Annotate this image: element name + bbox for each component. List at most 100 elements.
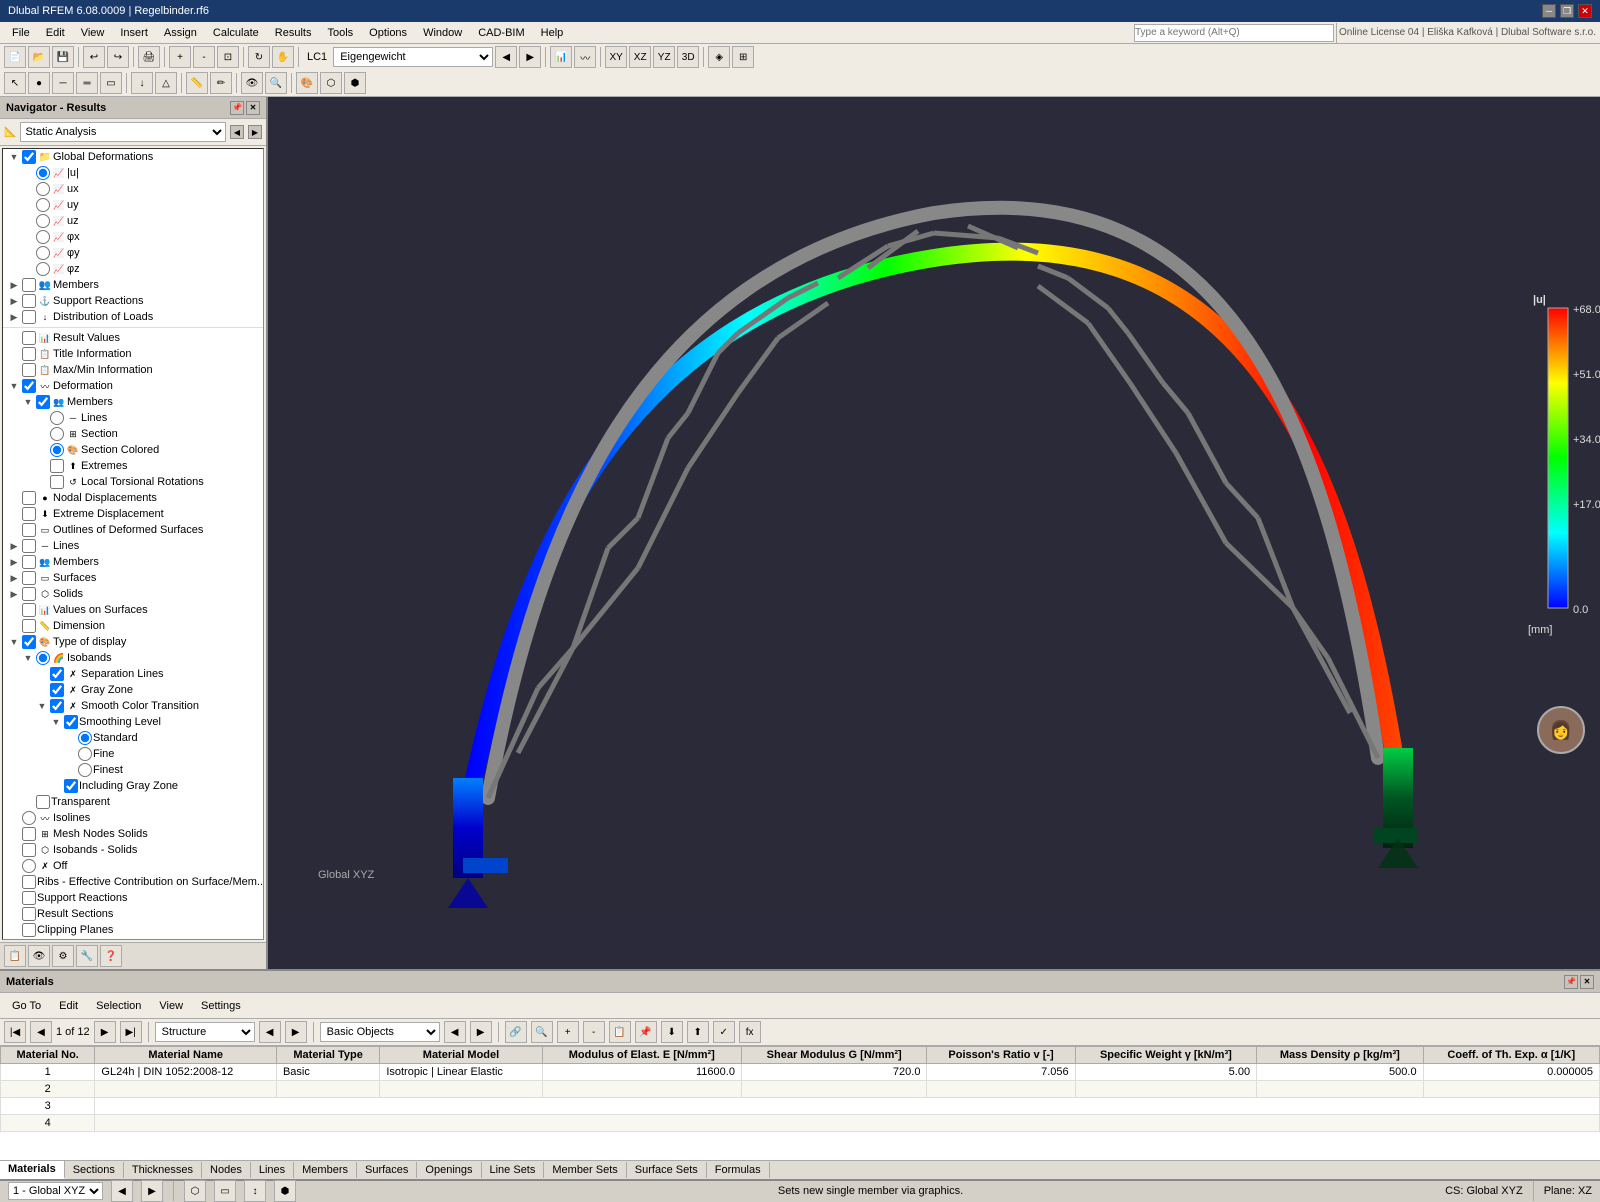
pan-btn[interactable]: ✋ bbox=[272, 46, 294, 68]
tree-nodal-disp[interactable]: ● Nodal Displacements bbox=[3, 490, 263, 506]
nav-prev[interactable]: ◀ bbox=[230, 125, 244, 139]
check-solids[interactable] bbox=[22, 587, 36, 601]
next-lc[interactable]: ▶ bbox=[519, 46, 541, 68]
prev-page[interactable]: ◀ bbox=[30, 1021, 52, 1043]
expand-isobands[interactable]: ▼ bbox=[21, 651, 35, 665]
selection-menu[interactable]: Selection bbox=[88, 998, 149, 1014]
check-sep-lines[interactable] bbox=[50, 667, 64, 681]
nav-next[interactable]: ▶ bbox=[248, 125, 262, 139]
check-members[interactable] bbox=[22, 278, 36, 292]
radio-ux[interactable] bbox=[36, 182, 50, 196]
wire-btn[interactable]: ⬢ bbox=[344, 72, 366, 94]
tree-pz[interactable]: 📈 φz bbox=[3, 261, 263, 277]
menu-options[interactable]: Options bbox=[361, 25, 415, 41]
tree-smooth-trans[interactable]: ▼ ✗ Smooth Color Transition bbox=[3, 698, 263, 714]
tree-isobands-solids[interactable]: ⬡ Isobands - Solids bbox=[3, 842, 263, 858]
tree-solids[interactable]: ▶ ⬡ Solids bbox=[3, 586, 263, 602]
status-tb1[interactable]: ⬡ bbox=[184, 1180, 206, 1202]
tb-import[interactable]: ⬇ bbox=[661, 1021, 683, 1043]
check-mesh-nodes[interactable] bbox=[22, 827, 36, 841]
check-lines2[interactable] bbox=[22, 539, 36, 553]
expand-support[interactable]: ▶ bbox=[7, 294, 21, 308]
color-btn[interactable]: 🎨 bbox=[296, 72, 318, 94]
tree-members[interactable]: ▶ 👥 Members bbox=[3, 277, 263, 293]
minimize-button[interactable]: ─ bbox=[1542, 4, 1556, 18]
menu-edit[interactable]: Edit bbox=[38, 25, 73, 41]
tree-uz[interactable]: 📈 uz bbox=[3, 213, 263, 229]
menu-calculate[interactable]: Calculate bbox=[205, 25, 267, 41]
tab-thicknesses[interactable]: Thicknesses bbox=[124, 1162, 202, 1178]
tb-link[interactable]: 🔗 bbox=[505, 1021, 527, 1043]
tree-isolines[interactable]: 〰 Isolines bbox=[3, 810, 263, 826]
tree-standard[interactable]: Standard bbox=[3, 730, 263, 746]
check-title-info[interactable] bbox=[22, 347, 36, 361]
check-distload[interactable] bbox=[22, 310, 36, 324]
view-menu[interactable]: View bbox=[151, 998, 191, 1014]
tree-isobands[interactable]: ▼ 🌈 Isobands bbox=[3, 650, 263, 666]
check-support[interactable] bbox=[22, 294, 36, 308]
settings-menu[interactable]: Settings bbox=[193, 998, 249, 1014]
tab-formulas[interactable]: Formulas bbox=[707, 1162, 770, 1178]
status-tb3[interactable]: ↕ bbox=[244, 1180, 266, 1202]
support-btn[interactable]: △ bbox=[155, 72, 177, 94]
cs-combo[interactable]: 1 - Global XYZ bbox=[8, 1182, 103, 1200]
check-result-values[interactable] bbox=[22, 331, 36, 345]
table-row[interactable]: 2 bbox=[1, 1081, 1600, 1098]
tree-clipping-planes[interactable]: Clipping Planes bbox=[3, 922, 263, 938]
tree-result-sections[interactable]: Result Sections bbox=[3, 906, 263, 922]
expand-smooth-level[interactable]: ▼ bbox=[49, 715, 63, 729]
select-btn[interactable]: ↖ bbox=[4, 72, 26, 94]
grid-btn[interactable]: ⊞ bbox=[732, 46, 754, 68]
check-dimension[interactable] bbox=[22, 619, 36, 633]
panel-tb-3[interactable]: ⚙ bbox=[52, 945, 74, 967]
radio-standard[interactable] bbox=[78, 731, 92, 745]
status-tb2[interactable]: ▭ bbox=[214, 1180, 236, 1202]
table-row[interactable]: 3 bbox=[1, 1098, 1600, 1115]
status-tb4[interactable]: ⬢ bbox=[274, 1180, 296, 1202]
tab-nodes[interactable]: Nodes bbox=[202, 1162, 251, 1178]
obj-next[interactable]: ▶ bbox=[470, 1021, 492, 1043]
node-btn[interactable]: ● bbox=[28, 72, 50, 94]
bottom-close[interactable]: ✕ bbox=[1580, 975, 1594, 989]
tree-extreme-disp[interactable]: ⬇ Extreme Displacement bbox=[3, 506, 263, 522]
radio-pz[interactable] bbox=[36, 262, 50, 276]
hide-btn[interactable]: 👁 bbox=[241, 72, 263, 94]
tb-calc[interactable]: fx bbox=[739, 1021, 761, 1043]
tab-sections[interactable]: Sections bbox=[65, 1162, 124, 1178]
radio-isobands[interactable] bbox=[36, 651, 50, 665]
objects-combo[interactable]: Basic Objects bbox=[320, 1022, 440, 1042]
check-gray-zone[interactable] bbox=[50, 683, 64, 697]
panel-tb-1[interactable]: 📋 bbox=[4, 945, 26, 967]
tree-ux[interactable]: 📈 ux bbox=[3, 181, 263, 197]
surface-btn[interactable]: ▭ bbox=[100, 72, 122, 94]
restore-button[interactable]: ❐ bbox=[1560, 4, 1574, 18]
tree-def-lines[interactable]: ─ Lines bbox=[3, 410, 263, 426]
tree-global-def[interactable]: ▼ 📁 Global Deformations bbox=[3, 149, 263, 165]
tree-maxmin[interactable]: 📋 Max/Min Information bbox=[3, 362, 263, 378]
panel-tb-2[interactable]: 👁 bbox=[28, 945, 50, 967]
menu-view[interactable]: View bbox=[73, 25, 113, 41]
check-type-display[interactable] bbox=[22, 635, 36, 649]
new-button[interactable]: 📄 bbox=[4, 46, 26, 68]
tree-title-info[interactable]: 📋 Title Information bbox=[3, 346, 263, 362]
tree-px[interactable]: 📈 φx bbox=[3, 229, 263, 245]
panel-tb-5[interactable]: ❓ bbox=[100, 945, 122, 967]
menu-cadbim[interactable]: CAD-BIM bbox=[470, 25, 532, 41]
check-deformation[interactable] bbox=[22, 379, 36, 393]
tree-type-display[interactable]: ▼ 🎨 Type of display bbox=[3, 634, 263, 650]
view-3d[interactable]: 3D bbox=[677, 46, 699, 68]
results-btn[interactable]: 📊 bbox=[550, 46, 572, 68]
tree-dimension[interactable]: 📏 Dimension bbox=[3, 618, 263, 634]
check-maxmin[interactable] bbox=[22, 363, 36, 377]
print-button[interactable]: 🖨 bbox=[138, 46, 160, 68]
measure-btn[interactable]: 📏 bbox=[186, 72, 208, 94]
close-button[interactable]: ✕ bbox=[1578, 4, 1592, 18]
radio-uy[interactable] bbox=[36, 198, 50, 212]
tree-finest[interactable]: Finest bbox=[3, 762, 263, 778]
tab-materials[interactable]: Materials bbox=[0, 1161, 65, 1179]
tb-export[interactable]: ⬆ bbox=[687, 1021, 709, 1043]
zoom-in[interactable]: + bbox=[169, 46, 191, 68]
radio-py[interactable] bbox=[36, 246, 50, 260]
tab-lines[interactable]: Lines bbox=[251, 1162, 294, 1178]
tree-surfaces[interactable]: ▶ ▭ Surfaces bbox=[3, 570, 263, 586]
